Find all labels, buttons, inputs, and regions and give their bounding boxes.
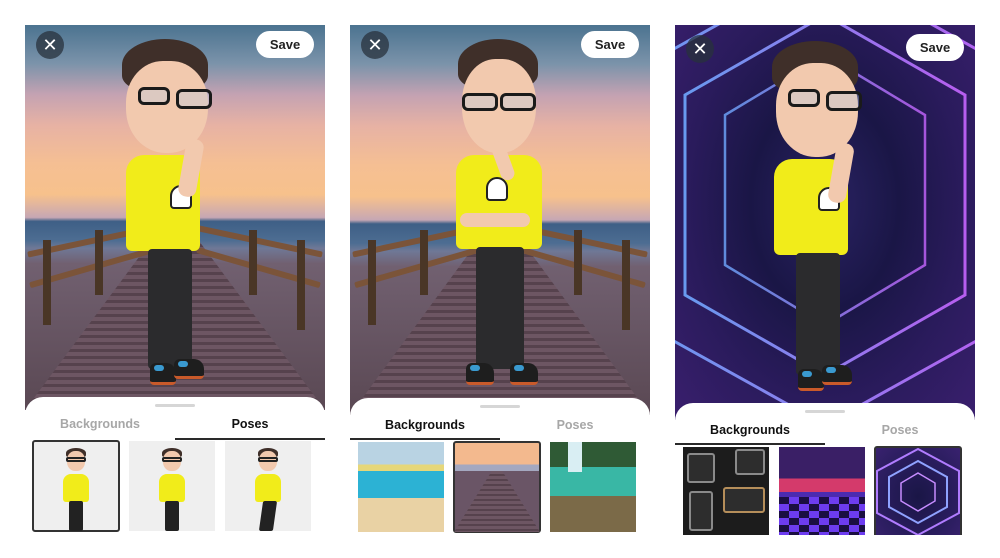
bottom-sheet: Backgrounds Poses [350,398,650,535]
close-icon: ✕ [367,35,383,55]
avatar-preview [25,25,325,410]
pier-post [297,240,305,330]
neon-hexagon-thumb [876,447,960,535]
pier-post [368,240,376,325]
pose-thumbnail-list [32,440,323,532]
close-icon: ✕ [42,35,58,55]
bitmoji-avatar [120,37,240,397]
avatar-preview [675,25,975,420]
avatar-arm-crossed [460,213,530,227]
bitmoji-avatar [452,37,552,397]
background-thumbnail-neon-club[interactable] [779,447,865,535]
background-thumbnail-neon-hexagon-tunnel[interactable] [874,446,962,535]
avatar-editor-screen-neon: ✕ Save Backgrounds Poses [675,25,975,535]
sheet-grab-handle[interactable] [805,410,845,413]
save-button[interactable]: Save [906,34,964,61]
avatar-editor-screen-poses: ✕ Save Backgrounds Poses [25,25,325,535]
avatar-shoe-left [150,363,176,385]
bitmoji-avatar [770,37,890,407]
tab-backgrounds[interactable]: Backgrounds [675,419,825,445]
tab-bar: Backgrounds Poses [675,419,975,445]
pier-post [95,230,103,295]
tab-poses[interactable]: Poses [500,414,650,440]
tab-bar: Backgrounds Poses [350,414,650,440]
save-button[interactable]: Save [256,31,314,58]
close-button[interactable]: ✕ [686,35,714,63]
close-button[interactable]: ✕ [361,31,389,59]
avatar-shoe-left [798,369,824,391]
background-thumbnail-list [358,441,648,533]
pier-post [43,240,51,325]
avatar-glasses-right [500,93,536,111]
background-thumbnail-speaker-wall[interactable] [683,447,769,535]
background-thumbnail-sunset-pier[interactable] [453,441,541,533]
tab-poses[interactable]: Poses [825,419,975,445]
pose-thumbnail-side-walk[interactable] [225,441,311,531]
avatar-glasses-left [788,89,820,107]
avatar-pants [148,249,192,369]
pier-post [574,230,582,295]
close-button[interactable]: ✕ [36,31,64,59]
background-thumbnail-list [683,446,973,535]
pose-thumbnail-arms-crossed[interactable] [129,441,215,531]
avatar-shoe-left [466,363,494,385]
avatar-glasses-left [462,93,498,111]
avatar-glasses-right [826,91,862,111]
save-button[interactable]: Save [581,31,639,58]
avatar-editor-screen-backgrounds: ✕ Save Backgrounds Poses [350,25,650,535]
avatar-glasses-left [138,87,170,105]
pier-post [622,240,630,330]
pier-post [249,230,257,295]
pier-post [420,230,428,295]
tab-bar: Backgrounds Poses [25,413,325,440]
avatar-shoe-right [510,363,538,385]
background-thumbnail-pool-palms[interactable] [358,442,444,532]
avatar-shoe-right [174,359,204,379]
close-icon: ✕ [692,39,708,59]
avatar-preview [350,25,650,415]
bottom-sheet: Backgrounds Poses [675,403,975,535]
pose-thumbnail-thinking[interactable] [32,440,120,532]
avatar-glasses-right [176,89,212,109]
tab-backgrounds[interactable]: Backgrounds [350,414,500,440]
snapchat-ghost-icon [486,177,508,201]
bottom-sheet: Backgrounds Poses [25,397,325,535]
background-thumbnail-waterfall[interactable] [550,442,636,532]
avatar-pants [796,253,840,375]
avatar-shoe-right [822,365,852,385]
sheet-grab-handle[interactable] [480,405,520,408]
avatar-pants [476,247,524,369]
sheet-grab-handle[interactable] [155,404,195,407]
tab-backgrounds[interactable]: Backgrounds [25,413,175,439]
tab-poses[interactable]: Poses [175,413,325,440]
